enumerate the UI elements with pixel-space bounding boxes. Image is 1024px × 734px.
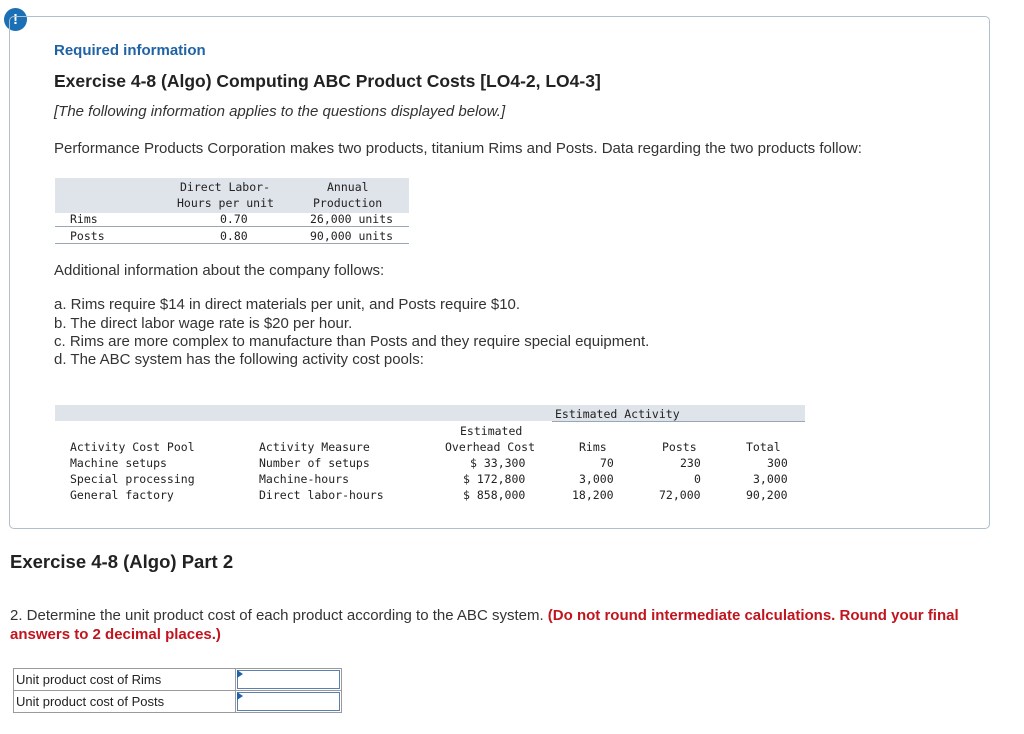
answer-row-posts: Unit product cost of Posts [14,691,342,713]
row-divider [55,226,409,227]
additional-info-heading: Additional information about the company… [54,262,384,279]
question-text: 2. Determine the unit product cost of ea… [10,606,1000,644]
total-special: 3,000 [753,471,788,487]
col-header-prod-2: Production [313,195,382,211]
cost-special: $ 172,800 [463,471,525,487]
rims-setups: 70 [600,455,614,471]
total-general: 90,200 [746,487,788,503]
pool-machine-setups: Machine setups [70,455,167,471]
col-header-dlh-2: Hours per unit [177,195,274,211]
info-item-a: a. Rims require $14 in direct materials … [54,296,520,313]
part-title: Exercise 4-8 (Algo) Part 2 [10,551,233,573]
activity-table-header-bg [55,405,805,421]
posts-dlh: 0.80 [220,228,248,244]
col-header-cost: Overhead Cost [445,439,535,455]
answer-cell-posts [236,691,342,713]
answer-table: Unit product cost of Rims Unit product c… [13,668,342,713]
table-bottom-border [55,243,409,244]
col-header-total: Total [746,439,781,455]
answer-label-posts: Unit product cost of Posts [14,691,236,713]
applies-note: [The following information applies to th… [54,103,505,120]
answer-label-rims: Unit product cost of Rims [14,669,236,691]
cost-general: $ 858,000 [463,487,525,503]
answer-row-rims: Unit product cost of Rims [14,669,342,691]
total-setups: 300 [767,455,788,471]
question-prompt: 2. Determine the unit product cost of ea… [10,607,544,624]
answer-cell-rims [236,669,342,691]
col-header-measure: Activity Measure [259,439,370,455]
pool-general-factory: General factory [70,487,174,503]
rims-general: 18,200 [572,487,614,503]
measure-machine-hours: Machine-hours [259,471,349,487]
rims-dlh: 0.70 [220,211,248,227]
posts-setups: 230 [680,455,701,471]
required-info-title: Required information [54,42,206,59]
product-name-rims: Rims [70,211,98,227]
input-marker-icon [237,692,243,700]
col-header-prod-1: Annual [327,179,369,195]
col-header-rims: Rims [579,439,607,455]
estimated-label: Estimated [460,423,522,439]
posts-production: 90,000 units [310,228,393,244]
posts-unit-cost-input[interactable] [237,692,340,711]
input-marker-icon [237,670,243,678]
measure-dlh: Direct labor-hours [259,487,384,503]
col-header-dlh-1: Direct Labor- [180,179,270,195]
measure-setups: Number of setups [259,455,370,471]
col-header-posts: Posts [662,439,697,455]
col-header-pool: Activity Cost Pool [70,439,195,455]
intro-text: Performance Products Corporation makes t… [54,140,862,157]
posts-special: 0 [694,471,701,487]
pool-special-processing: Special processing [70,471,195,487]
rims-special: 3,000 [579,471,614,487]
info-item-b: b. The direct labor wage rate is $20 per… [54,315,352,332]
rims-production: 26,000 units [310,211,393,227]
product-name-posts: Posts [70,228,105,244]
exercise-title: Exercise 4-8 (Algo) Computing ABC Produc… [54,71,601,92]
posts-general: 72,000 [659,487,701,503]
rims-unit-cost-input[interactable] [237,670,340,689]
info-item-d: d. The ABC system has the following acti… [54,351,424,368]
info-item-c: c. Rims are more complex to manufacture … [54,333,649,350]
cost-setups: $ 33,300 [470,455,525,471]
estimated-activity-header: Estimated Activity [555,406,680,422]
